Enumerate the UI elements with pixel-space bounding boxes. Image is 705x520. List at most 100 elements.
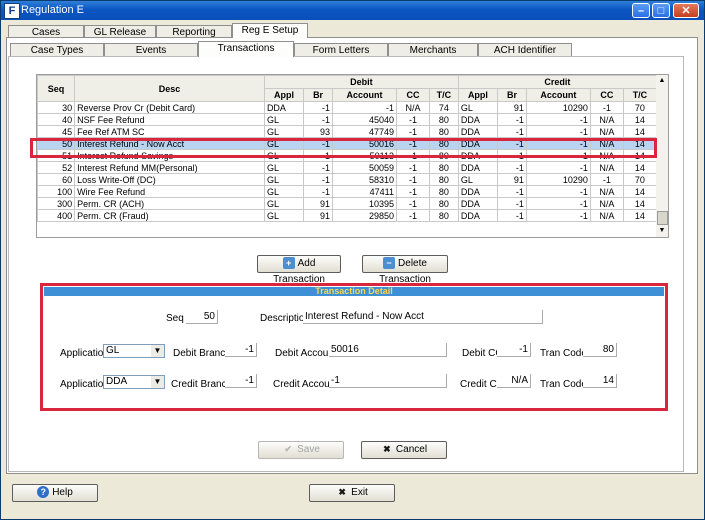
tab-label: Form Letters [312, 45, 370, 56]
debit-account-field[interactable]: 50016 [329, 343, 447, 357]
table-row[interactable]: 45 Fee Ref ATM SC GL 93 47749 -1 80 DDA -1 -1 N/A 1… [37, 125, 657, 138]
table-cell: 91 [303, 197, 334, 210]
table-cell: 45040 [332, 113, 397, 126]
col-header-seq[interactable]: Seq [37, 75, 76, 102]
delete-transaction-button[interactable]: − Delete Transaction [362, 255, 448, 285]
tab-transactions[interactable]: Transactions [198, 41, 294, 57]
table-cell: N/A [395, 101, 430, 114]
close-button[interactable]: ✕ [673, 3, 699, 18]
credit-branch-field[interactable]: -1 [225, 374, 257, 388]
save-label: Save [297, 444, 320, 455]
exit-label: Exit [351, 487, 368, 498]
table-cell: 91 [497, 101, 527, 114]
cancel-x-icon: ✖ [383, 444, 391, 455]
tab-events[interactable]: Events [104, 43, 198, 56]
add-transaction-button[interactable]: + Add Transaction [257, 255, 341, 285]
table-cell: -1 [303, 101, 334, 114]
table-cell: -1 [332, 101, 397, 114]
table-cell: -1 [525, 185, 591, 198]
table-cell: N/A [589, 113, 624, 126]
table-cell: GL [457, 173, 499, 186]
tab-ach-identifier[interactable]: ACH Identifier [478, 43, 572, 56]
scroll-thumb[interactable] [657, 211, 668, 225]
credit-account-field[interactable]: -1 [329, 374, 447, 388]
checkmark-icon: ✔ [284, 444, 292, 455]
col-header-debit-tc[interactable]: T/C [428, 88, 459, 102]
tab-reg-e-setup[interactable]: Reg E Setup [232, 23, 308, 38]
tab-case-types[interactable]: Case Types [10, 43, 104, 56]
table-cell: DDA [457, 161, 499, 174]
table-cell: 80 [428, 113, 459, 126]
scroll-up-arrow-icon[interactable]: ▲ [656, 76, 668, 86]
tab-label: Merchants [409, 45, 457, 56]
debit-branch-label: Debit Branch [173, 348, 231, 359]
credit-tran-code-field[interactable]: 14 [583, 374, 617, 388]
table-cell: DDA [457, 125, 499, 138]
debit-application-select[interactable]: GL ▼ [103, 344, 165, 358]
table-cell: Interest Refund MM(Personal) [74, 161, 265, 174]
debit-tran-code-field[interactable]: 80 [583, 343, 617, 357]
debit-application-label: Application [60, 348, 109, 359]
table-cell: 47411 [332, 185, 397, 198]
table-cell: Perm. CR (Fraud) [74, 209, 265, 222]
title-bar[interactable]: F Regulation E – □ ✕ [1, 1, 704, 20]
table-cell: Fee Ref ATM SC [74, 125, 265, 138]
grid-scrollbar[interactable]: ▲ ▼ [656, 74, 669, 238]
table-cell: -1 [303, 161, 334, 174]
table-cell: GL [263, 113, 305, 126]
table-cell: -1 [303, 113, 334, 126]
table-cell: 14 [622, 197, 657, 210]
table-row[interactable]: 300 Perm. CR (ACH) GL 91 10395 -1 80 DDA -1 -1 N/A… [37, 197, 657, 210]
tab-label: Transactions [217, 43, 275, 54]
scroll-down-arrow-icon[interactable]: ▼ [656, 226, 668, 236]
table-cell: 80 [428, 161, 459, 174]
chevron-down-icon: ▼ [151, 345, 164, 357]
col-header-desc[interactable]: Desc [74, 75, 265, 102]
table-cell: NSF Fee Refund [74, 113, 265, 126]
table-row[interactable]: 30 Reverse Prov Cr (Debit Card) DDA -1 -1 N/A… [37, 101, 657, 114]
table-row[interactable]: 100 Wire Fee Refund GL -1 47411 -1 80 DDA -1 -1 N/… [37, 185, 657, 198]
cancel-button[interactable]: ✖ Cancel [361, 441, 447, 459]
table-cell: DDA [457, 185, 499, 198]
minimize-button[interactable]: – [632, 3, 650, 18]
credit-cc-field[interactable]: N/A [497, 374, 531, 388]
credit-application-select[interactable]: DDA ▼ [103, 375, 165, 389]
col-header-debit-br[interactable]: Br [303, 88, 334, 102]
app-icon: F [4, 3, 20, 19]
table-cell: 45 [37, 125, 76, 138]
tab-label: Case Types [30, 45, 84, 56]
table-cell: 14 [622, 209, 657, 222]
description-field[interactable]: Interest Refund - Now Acct [303, 310, 543, 324]
table-cell: 14 [622, 113, 657, 126]
tab-form-letters[interactable]: Form Letters [294, 43, 388, 56]
col-header-credit-br[interactable]: Br [497, 88, 527, 102]
seq-field[interactable]: 50 [186, 310, 218, 324]
table-row[interactable]: 400 Perm. CR (Fraud) GL 91 29850 -1 80 DDA -1 -1 N… [37, 209, 657, 222]
table-row[interactable]: 52 Interest Refund MM(Personal) GL -1 50059-… [37, 161, 657, 174]
col-header-debit-appl[interactable]: Appl [263, 88, 305, 102]
exit-button[interactable]: ✖ Exit [309, 484, 395, 502]
col-header-credit-account[interactable]: Account [525, 88, 591, 102]
table-cell: 91 [497, 173, 527, 186]
debit-cc-field[interactable]: -1 [497, 343, 531, 357]
table-row[interactable]: 40 NSF Fee Refund GL -1 45040 -1 80 DDA -1 -1 N/A 1… [37, 113, 657, 126]
tab-label: Reg E Setup [241, 25, 299, 36]
table-cell: 50059 [332, 161, 397, 174]
table-cell: N/A [589, 161, 624, 174]
credit-application-label: Application [60, 379, 109, 390]
help-button[interactable]: ? Help [12, 484, 98, 502]
save-button[interactable]: ✔ Save [258, 441, 344, 459]
col-header-credit-tc[interactable]: T/C [622, 88, 657, 102]
tab-merchants[interactable]: Merchants [388, 43, 478, 56]
col-header-debit-account[interactable]: Account [332, 88, 397, 102]
maximize-button[interactable]: □ [652, 3, 670, 18]
debit-account-label: Debit Account [275, 348, 337, 359]
col-header-debit-cc[interactable]: CC [395, 88, 430, 102]
table-row[interactable]: 60 Loss Write-Off (DC) GL -1 58310 -1 80 GL 91 10… [37, 173, 657, 186]
debit-branch-field[interactable]: -1 [225, 343, 257, 357]
table-cell: -1 [303, 185, 334, 198]
col-header-credit-appl[interactable]: Appl [457, 88, 499, 102]
col-header-credit-cc[interactable]: CC [589, 88, 624, 102]
group-header-credit: Credit [457, 75, 657, 89]
help-label: Help [52, 487, 73, 498]
